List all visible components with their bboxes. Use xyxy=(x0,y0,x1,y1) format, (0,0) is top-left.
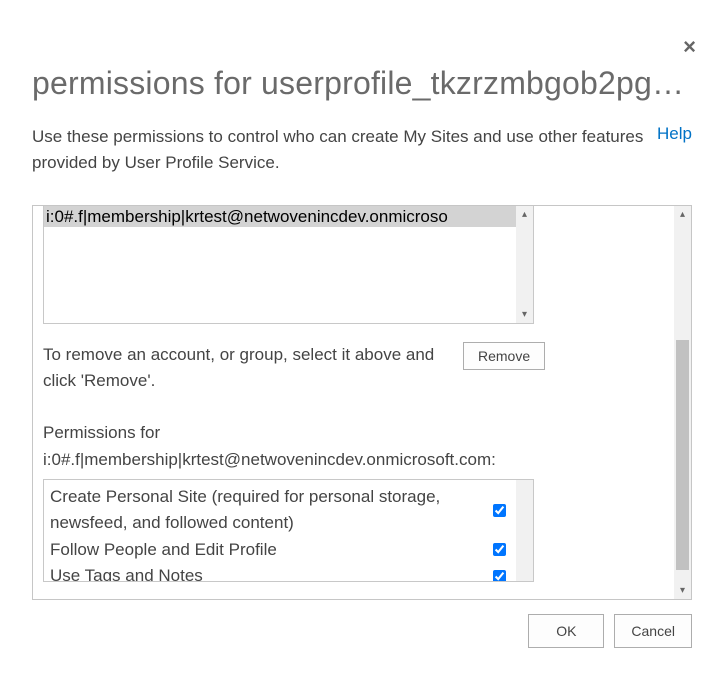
permission-checkbox[interactable] xyxy=(493,504,506,517)
permission-row: Use Tags and Notes xyxy=(50,563,510,582)
scroll-down-icon[interactable]: ▾ xyxy=(674,582,691,599)
permission-checkbox[interactable] xyxy=(493,570,506,582)
selected-account-item[interactable]: i:0#.f|membership|krtest@netwovenincdev.… xyxy=(44,206,533,227)
content-inner: i:0#.f|membership|krtest@netwovenincdev.… xyxy=(33,206,674,599)
close-icon[interactable]: × xyxy=(683,36,696,58)
remove-button[interactable]: Remove xyxy=(463,342,545,370)
permissions-for-prefix: Permissions for xyxy=(43,423,160,442)
permissions-scrollbar[interactable] xyxy=(516,480,533,581)
dialog-footer: OK Cancel xyxy=(32,614,692,648)
ok-button[interactable]: OK xyxy=(528,614,604,648)
scroll-down-icon[interactable]: ▾ xyxy=(516,306,533,323)
permissions-listbox: Create Personal Site (required for perso… xyxy=(43,479,534,582)
scrollbar-thumb[interactable] xyxy=(676,340,689,570)
content-scrollbar[interactable]: ▴ ▾ xyxy=(674,206,691,599)
permission-checkbox[interactable] xyxy=(493,543,506,556)
permission-label: Use Tags and Notes xyxy=(50,563,493,582)
permission-label: Create Personal Site (required for perso… xyxy=(50,484,493,537)
scroll-up-icon[interactable]: ▴ xyxy=(674,206,691,223)
permissions-rows: Create Personal Site (required for perso… xyxy=(44,480,516,582)
scroll-up-icon[interactable]: ▴ xyxy=(516,206,533,223)
accounts-listbox[interactable]: i:0#.f|membership|krtest@netwovenincdev.… xyxy=(43,206,534,324)
dialog-title: permissions for userprofile_tkzrzmbgob2p… xyxy=(32,65,692,102)
permissions-dialog: × permissions for userprofile_tkzrzmbgob… xyxy=(0,0,724,686)
remove-instructions: To remove an account, or group, select i… xyxy=(43,342,443,395)
permissions-for-subject: i:0#.f|membership|krtest@netwovenincdev.… xyxy=(43,450,496,469)
help-link[interactable]: Help xyxy=(657,124,692,144)
description-row: Use these permissions to control who can… xyxy=(32,124,692,177)
permissions-for-label: Permissions for i:0#.f|membership|krtest… xyxy=(33,420,674,473)
permission-label: Follow People and Edit Profile xyxy=(50,537,493,563)
permission-row: Create Personal Site (required for perso… xyxy=(50,484,510,537)
dialog-description: Use these permissions to control who can… xyxy=(32,124,649,177)
permission-row: Follow People and Edit Profile xyxy=(50,537,510,563)
cancel-button[interactable]: Cancel xyxy=(614,614,692,648)
remove-section: To remove an account, or group, select i… xyxy=(33,342,674,395)
content-panel: i:0#.f|membership|krtest@netwovenincdev.… xyxy=(32,205,692,600)
listbox-scrollbar[interactable]: ▴ ▾ xyxy=(516,206,533,323)
